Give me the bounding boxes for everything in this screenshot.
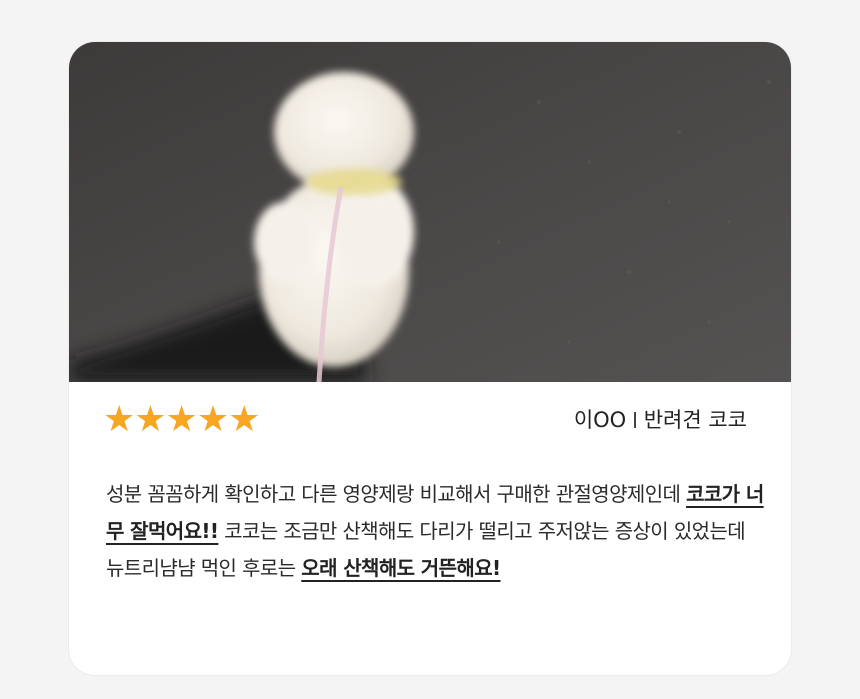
review-text: 성분 꼼꼼하게 확인하고 다른 영양제랑 비교해서 구매한 관절영양제인데 코코… [106, 476, 766, 587]
review-photo [69, 42, 791, 382]
rating-stars: ★★★★★ [103, 399, 260, 440]
review-highlight: 오래 산책해도 거뜬해요! [301, 556, 501, 580]
review-card: ★★★★★ 이OO 반려견 코코 성분 꼼꼼하게 확인하고 다른 영양제랑 비교해… [69, 42, 791, 675]
reviewer-info: 이OO 반려견 코코 [574, 405, 747, 435]
separator [634, 412, 636, 428]
reviewer-pet: 반려견 코코 [643, 408, 747, 432]
review-text-part: 성분 꼼꼼하게 확인하고 다른 영양제랑 비교해서 구매한 관절영양제인데 [106, 482, 687, 506]
reviewer-name: 이OO [573, 408, 627, 432]
